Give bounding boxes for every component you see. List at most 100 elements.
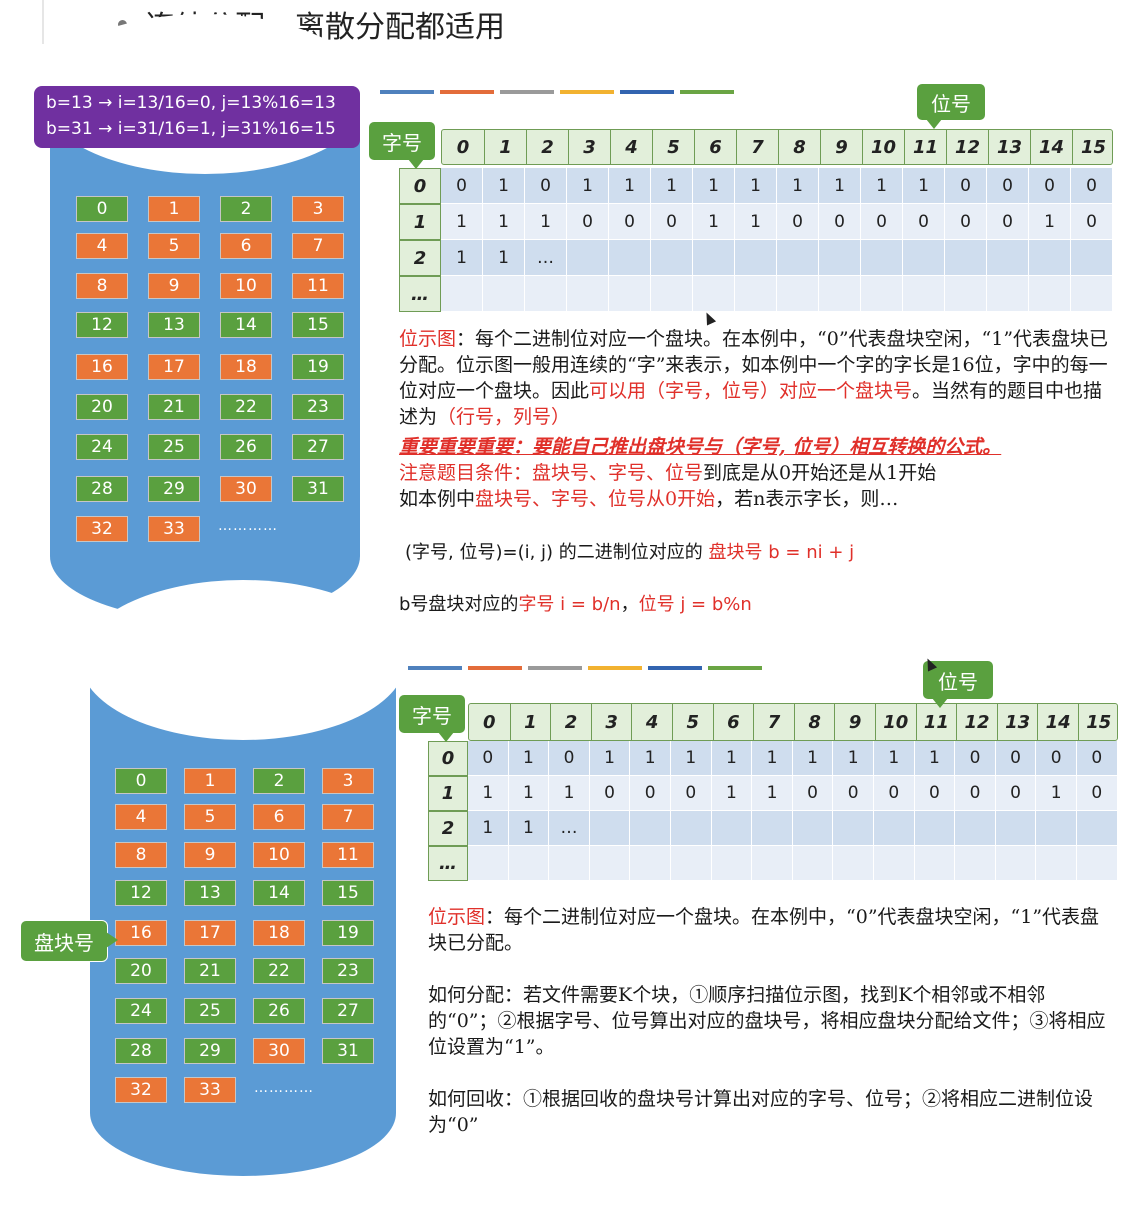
disk-block-16-2: 16 (115, 920, 167, 946)
bit-cell (914, 811, 956, 846)
example-note: 如本例中盘块号、字号、位号从0开始，若n表示字长，则… (399, 488, 899, 510)
bit-cell (735, 276, 777, 312)
word-tag-pointer-2 (438, 732, 454, 742)
bit-cell: 0 (630, 776, 671, 811)
bit-cell: 0 (1036, 741, 1077, 776)
disk-block-20: 20 (76, 394, 128, 420)
bit-cell: 0 (819, 204, 861, 240)
formula-line-2: b=31 → i=31/16=1, j=31%16=15 (46, 119, 336, 139)
block-number-tag-label: 盘块号 (34, 930, 94, 955)
bit-cell: 1 (735, 168, 777, 204)
bit-header-3: 3 (590, 704, 632, 740)
word-number-tag-label: 字号 (382, 130, 422, 155)
bit-header-7: 7 (753, 704, 794, 740)
bit-header-12: 12 (946, 130, 988, 164)
bit-cell: 0 (987, 168, 1029, 204)
bit-cell (468, 846, 509, 881)
disk-block-24: 24 (76, 434, 128, 460)
important-note: 重要重要重要：要能自己推出盘块号与（字号, 位号）相互转换的公式。 (399, 436, 1002, 458)
bit-header-1: 1 (509, 704, 551, 740)
bit-cell (483, 276, 525, 312)
bit-tag-pointer-2 (932, 698, 948, 708)
strip-segment-0 (408, 666, 462, 670)
bit-cell: 1 (651, 168, 693, 204)
disk-block-12-2: 12 (115, 880, 167, 906)
bit-cell: 1 (567, 168, 609, 204)
bit-cell: … (549, 811, 590, 846)
disk-block-17-2: 17 (184, 920, 236, 946)
strip-segment-5 (680, 90, 734, 94)
word-header-0: 0 (399, 168, 441, 204)
disk-block-29: 29 (148, 476, 200, 502)
disk-block-11-2: 11 (322, 842, 374, 868)
bit-cell (508, 846, 550, 881)
bit-cell (1077, 811, 1118, 846)
bitmap-description-1: 位示图：每个二进制位对应一个盘块。在本例中，“0”代表盘块空闲，“1”代表盘块已… (399, 326, 1111, 430)
disk-block-6: 6 (220, 233, 272, 259)
bit-cell: 1 (693, 168, 735, 204)
bit-cell (1029, 276, 1071, 312)
bit-cell (861, 276, 903, 312)
bit-cell (777, 240, 819, 276)
bit-cell (903, 240, 945, 276)
bit-cell (1029, 240, 1071, 276)
bit-header-14: 14 (1030, 130, 1072, 164)
mouse-cursor-1 (701, 310, 717, 326)
disk-block-7-2: 7 (322, 804, 374, 830)
word-header-0: 0 (428, 741, 468, 776)
disk-block-12: 12 (76, 312, 128, 338)
bit-cell: 1 (630, 741, 671, 776)
bit-cell (903, 276, 945, 312)
bit-cell (874, 846, 915, 881)
bit-cell: 0 (874, 776, 915, 811)
bit-number-tag-label-2: 位号 (938, 669, 978, 694)
bit-cell (589, 811, 631, 846)
bit-cell: … (525, 240, 567, 276)
bit-cell (752, 811, 793, 846)
bit-header-13: 13 (996, 704, 1038, 740)
disk-block-18-2: 18 (253, 920, 305, 946)
bit-header-0: 0 (456, 136, 470, 158)
more-blocks-2: ………… (254, 1080, 314, 1096)
disk-block-31: 31 (292, 476, 344, 502)
disk-block-20-2: 20 (115, 958, 167, 984)
disk-block-27: 27 (292, 434, 344, 460)
bit-header-6: 6 (712, 704, 754, 740)
bit-header-5: 5 (652, 130, 694, 164)
disk-block-2: 2 (220, 196, 272, 222)
disk-block-26: 26 (220, 434, 272, 460)
strip-segment-0 (380, 90, 434, 94)
left-rule (42, 0, 44, 44)
bit-header-10: 10 (862, 130, 904, 164)
bit-cell: 1 (589, 741, 631, 776)
bit-header-14: 14 (1037, 704, 1078, 740)
bit-cell (609, 276, 651, 312)
disk-block-5-2: 5 (184, 804, 236, 830)
bit-header-13: 13 (988, 130, 1030, 164)
bit-cell (567, 240, 609, 276)
bit-cell: 0 (609, 204, 651, 240)
disk-block-9: 9 (148, 273, 200, 299)
allocate-description: 如何分配：若文件需要K个块，①顺序扫描位示图，找到K个相邻或不相邻的“0”；②根… (428, 984, 1106, 1058)
bit-cell: 0 (1071, 204, 1113, 240)
strip-segment-2 (528, 666, 582, 670)
disk-block-32: 32 (76, 516, 128, 542)
disk-block-28: 28 (76, 476, 128, 502)
bit-header-2: 2 (526, 130, 568, 164)
bit-header-15: 15 (1078, 704, 1119, 740)
strip-segment-3 (560, 90, 614, 94)
disk-block-16: 16 (76, 354, 128, 380)
strip-segment-2 (500, 90, 554, 94)
bit-cell: 1 (914, 741, 956, 776)
bit-cell: 1 (861, 168, 903, 204)
bit-cell: 1 (752, 776, 793, 811)
condition-note: 注意题目条件：盘块号、字号、位号到底是从0开始还是从1开始 (399, 462, 937, 484)
word-header-2: 2 (428, 811, 468, 846)
bit-cell: 0 (995, 741, 1037, 776)
bit-number-tag-label: 位号 (931, 91, 971, 116)
bit-cell (711, 846, 753, 881)
bit-cell: 1 (525, 204, 567, 240)
bit-cell (861, 240, 903, 276)
disk-block-31-2: 31 (322, 1038, 374, 1064)
disk-block-21-2: 21 (184, 958, 236, 984)
